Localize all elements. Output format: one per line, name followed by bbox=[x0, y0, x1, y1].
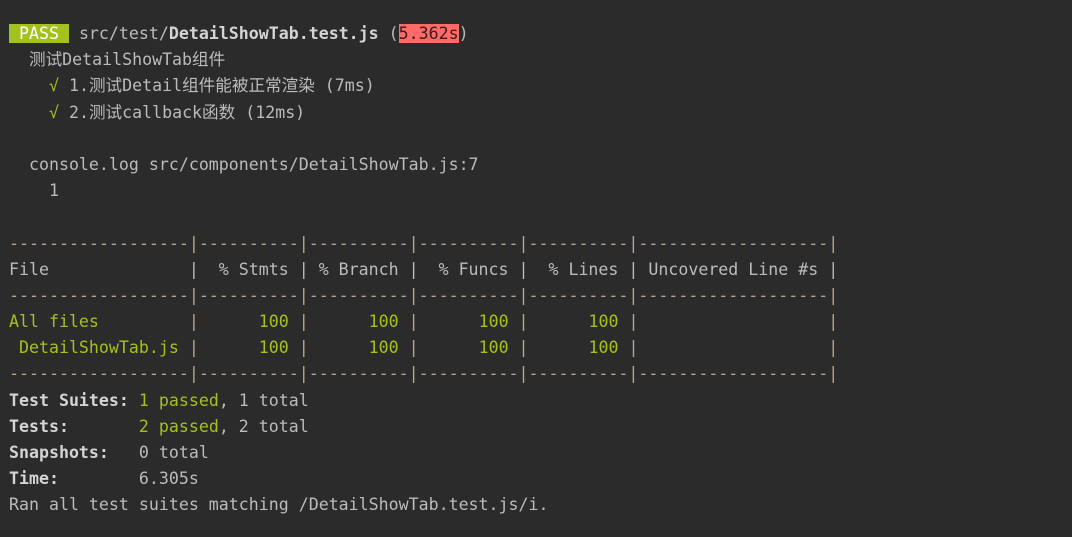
text-segment: | bbox=[188, 338, 199, 358]
test-duration: 5.362s bbox=[398, 24, 459, 43]
text-segment: | bbox=[298, 312, 309, 332]
terminal-line: Ran all test suites matching /DetailShow… bbox=[9, 492, 838, 518]
terminal-line: Snapshots: 0 total bbox=[9, 440, 838, 466]
text-segment: | bbox=[628, 312, 639, 332]
row-branch: 100 bbox=[308, 312, 409, 332]
terminal-line: Time: 6.305s bbox=[9, 466, 838, 492]
text-segment: | bbox=[518, 312, 529, 332]
check-icon: √ bbox=[48, 102, 59, 122]
check-icon: √ bbox=[48, 76, 59, 96]
test-file-name: DetailShowTab.test.js bbox=[168, 24, 379, 43]
terminal-line: DetailShowTab.js | 100 | 100 | 100 | 100… bbox=[9, 335, 838, 361]
summary-label: Tests: bbox=[9, 416, 69, 436]
terminal-line: Test Suites: 1 passed, 1 total bbox=[9, 388, 838, 414]
terminal-line: ------------------|----------|----------… bbox=[9, 361, 838, 387]
text-segment: 0 total bbox=[108, 443, 209, 462]
terminal-line: File | % Stmts | % Branch | % Funcs | % … bbox=[9, 257, 838, 283]
summary-label: Test Suites: bbox=[9, 390, 129, 410]
text-segment: | bbox=[298, 338, 309, 358]
row-stmts: 100 bbox=[198, 312, 299, 332]
summary-label: Snapshots: bbox=[9, 443, 109, 462]
text-segment: ( bbox=[378, 24, 399, 43]
text-segment: src/test/ bbox=[68, 24, 169, 43]
run-summary: Ran all test suites matching /DetailShow… bbox=[9, 495, 549, 515]
text-segment bbox=[638, 338, 828, 357]
text-segment: | bbox=[628, 338, 639, 358]
text-segment: | bbox=[408, 312, 419, 332]
text-segment bbox=[9, 103, 49, 122]
summary-label: Time: bbox=[9, 469, 59, 489]
row-file: DetailShowTab.js bbox=[9, 338, 189, 358]
pass-badge: PASS bbox=[9, 24, 69, 43]
terminal-line: All files | 100 | 100 | 100 | 100 | | bbox=[9, 309, 838, 335]
terminal-line: 1 bbox=[9, 178, 838, 204]
text-segment: , 1 total bbox=[218, 390, 309, 410]
row-funcs: 100 bbox=[418, 338, 519, 358]
terminal-line: PASS src/test/DetailShowTab.test.js (5.3… bbox=[9, 21, 838, 47]
console-log-output: 1 bbox=[9, 181, 59, 201]
terminal-line: ------------------|----------|----------… bbox=[9, 231, 838, 257]
terminal-line: √ 2.测试callback函数 (12ms) bbox=[9, 100, 838, 126]
text-segment bbox=[129, 391, 139, 410]
table-separator: ------------------|----------|----------… bbox=[9, 364, 839, 384]
row-lines: 100 bbox=[528, 338, 629, 358]
text-segment: | bbox=[828, 312, 839, 332]
terminal-line: console.log src/components/DetailShowTab… bbox=[9, 152, 838, 178]
text-segment: | bbox=[828, 338, 839, 358]
row-funcs: 100 bbox=[418, 312, 519, 332]
text-segment: ) bbox=[458, 24, 469, 43]
console-log-source: console.log src/components/DetailShowTab… bbox=[9, 154, 479, 174]
text-segment: | bbox=[408, 338, 419, 358]
text-segment: , 2 total bbox=[218, 416, 309, 436]
text-segment: | bbox=[188, 312, 199, 332]
terminal-line: Tests: 2 passed, 2 total bbox=[9, 414, 838, 440]
terminal-output: PASS src/test/DetailShowTab.test.js (5.3… bbox=[9, 21, 838, 519]
table-separator: ------------------|----------|----------… bbox=[9, 233, 839, 253]
row-lines: 100 bbox=[528, 312, 629, 332]
text-segment: | bbox=[518, 338, 529, 358]
text-segment bbox=[9, 76, 49, 95]
tests-passed: 2 passed bbox=[138, 416, 219, 436]
suites-passed: 1 passed bbox=[138, 390, 219, 410]
text-segment bbox=[638, 312, 828, 331]
row-stmts: 100 bbox=[198, 338, 299, 358]
terminal-line: ------------------|----------|----------… bbox=[9, 283, 838, 309]
text-segment: 6.305s bbox=[58, 469, 199, 489]
text-segment bbox=[69, 417, 139, 436]
terminal-line: √ 1.测试Detail组件能被正常渲染 (7ms) bbox=[9, 73, 838, 99]
test-case: 1.测试Detail组件能被正常渲染 (7ms) bbox=[58, 76, 375, 96]
table-separator: ------------------|----------|----------… bbox=[9, 285, 839, 305]
row-branch: 100 bbox=[308, 338, 409, 358]
describe-title: 测试DetailShowTab组件 bbox=[9, 50, 226, 70]
test-case: 2.测试callback函数 (12ms) bbox=[58, 102, 306, 122]
row-file: All files bbox=[9, 312, 189, 332]
coverage-header: File | % Stmts | % Branch | % Funcs | % … bbox=[9, 259, 839, 279]
terminal-line: 测试DetailShowTab组件 bbox=[9, 47, 838, 73]
